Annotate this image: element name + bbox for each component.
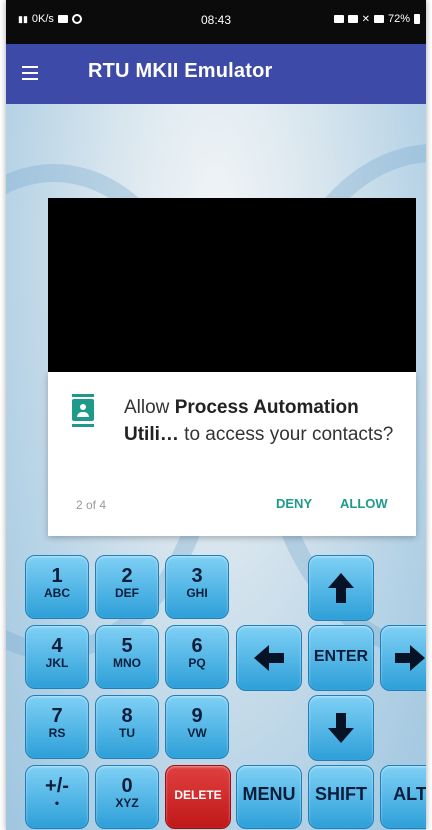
key-5[interactable]: 5 MNO: [95, 625, 159, 689]
delete-key[interactable]: DELETE: [165, 765, 231, 829]
enter-key[interactable]: ENTER: [308, 625, 374, 691]
arrow-right-icon: [395, 645, 425, 671]
key-6-letters: PQ: [188, 656, 206, 670]
enter-label: ENTER: [313, 648, 369, 665]
key-2[interactable]: 2 DEF: [95, 555, 159, 619]
key-0-letters: XYZ: [115, 796, 139, 810]
arrow-left-icon: [254, 645, 284, 671]
nfc-icon: [347, 15, 358, 23]
key-4[interactable]: 4 JKL: [25, 625, 89, 689]
permission-dialog: Allow Process Automation Utili… to acces…: [48, 372, 416, 536]
wifi-icon: [373, 15, 384, 23]
allow-button[interactable]: ALLOW: [340, 496, 388, 511]
key-7-number: 7: [51, 705, 63, 727]
plus-minus-key[interactable]: +/- •: [25, 765, 89, 829]
battery-icon: [414, 14, 420, 24]
down-arrow-key[interactable]: [308, 695, 374, 761]
permission-message: Allow Process Automation Utili… to acces…: [124, 394, 400, 448]
key-5-number: 5: [121, 635, 133, 657]
deny-button[interactable]: DENY: [276, 496, 312, 511]
arrow-down-icon: [328, 713, 354, 743]
shift-label: SHIFT: [315, 784, 367, 804]
key-6-number: 6: [191, 635, 203, 657]
key-9-letters: VW: [187, 726, 207, 740]
key-7-letters: RS: [48, 726, 66, 740]
mute-icon: ✕: [361, 13, 370, 25]
alarm-icon: [333, 15, 344, 23]
contacts-icon: [72, 394, 94, 428]
plus-minus-label: +/-: [45, 775, 69, 797]
key-6[interactable]: 6 PQ: [165, 625, 229, 689]
key-1-number: 1: [51, 565, 63, 587]
hamburger-menu-icon[interactable]: [22, 66, 38, 80]
plus-minus-sub: •: [54, 796, 60, 810]
key-5-letters: MNO: [113, 656, 141, 670]
key-9-number: 9: [191, 705, 203, 727]
menu-label: MENU: [242, 784, 296, 804]
key-1[interactable]: 1 ABC: [25, 555, 89, 619]
shift-key[interactable]: SHIFT: [308, 765, 374, 829]
key-3[interactable]: 3 GHI: [165, 555, 229, 619]
key-1-letters: ABC: [44, 586, 70, 600]
message-prefix: Allow: [124, 397, 175, 418]
key-3-letters: GHI: [186, 586, 208, 600]
app-title: RTU MKII Emulator: [88, 60, 273, 82]
message-suffix: to access your contacts?: [178, 424, 394, 445]
delete-label: DELETE: [174, 788, 222, 802]
battery-percent: 72%: [387, 13, 410, 25]
key-2-number: 2: [121, 565, 133, 587]
key-8[interactable]: 8 TU: [95, 695, 159, 759]
menu-key[interactable]: MENU: [236, 765, 302, 829]
request-counter: 2 of 4: [76, 498, 107, 512]
key-3-number: 3: [191, 565, 203, 587]
arrow-up-icon: [328, 573, 354, 603]
key-8-letters: TU: [119, 726, 135, 740]
phone-screen: ▮▮ 0K/s 08:43 ✕ 72% RTU MKII Emulator Al…: [6, 0, 426, 830]
up-arrow-key[interactable]: [308, 555, 374, 621]
status-right: ✕ 72%: [333, 13, 420, 25]
key-7[interactable]: 7 RS: [25, 695, 89, 759]
alt-label: ALT: [393, 784, 426, 804]
video-area: [48, 198, 416, 372]
left-arrow-key[interactable]: [236, 625, 302, 691]
key-4-letters: JKL: [45, 656, 69, 670]
key-2-letters: DEF: [115, 586, 139, 600]
key-4-number: 4: [51, 635, 63, 657]
alt-key[interactable]: ALT: [380, 765, 426, 829]
key-8-number: 8: [121, 705, 133, 727]
key-0[interactable]: 0 XYZ: [95, 765, 159, 829]
right-arrow-key[interactable]: [380, 625, 426, 691]
status-bar: ▮▮ 0K/s 08:43 ✕ 72%: [6, 0, 426, 44]
app-bar: RTU MKII Emulator: [6, 44, 426, 104]
key-9[interactable]: 9 VW: [165, 695, 229, 759]
key-0-number: 0: [121, 775, 133, 797]
